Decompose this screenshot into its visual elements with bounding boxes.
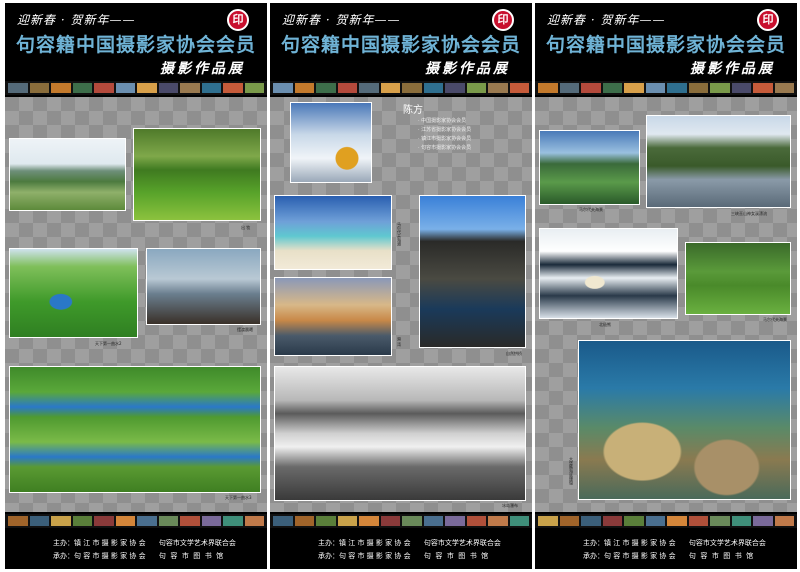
photo-rock-arch [419,195,526,348]
footer: 主办：镇 江 市 摄 影 家 协 会 句容市文学艺术界联合会 承办：句 容 市 … [535,530,797,569]
membership-item: · 镇江市摄影家协会会员 [418,136,472,142]
footer-organizer: 主办：镇 江 市 摄 影 家 协 会 句容市文学艺术界联合会 [53,539,236,547]
greeting-text: 迎新春 · 贺新年—— [17,13,136,27]
caption-p1-1: 出 牧 [241,225,251,230]
photo-coral-reef [578,340,791,500]
photo-tropical-lawn [685,242,791,315]
membership-list: · 中国摄影家协会会员 · 江苏省摄影家协会会员 · 镇江市摄影家协会会员 · … [418,117,471,153]
film-strip-bottom [535,514,797,528]
caption-p2-2: 港 湾 [397,337,402,347]
membership-item: · 句容市摄影家协会会员 [418,145,472,151]
photo-forest-meadow [133,128,261,221]
photo-palm-beach [539,130,640,205]
seal-icon: 印 [757,9,779,31]
footer-undertaker: 承办：句 容 市 摄 影 家 协 会 句 容 市 图 书 馆 [318,552,489,560]
photo-village-mountains [9,138,126,211]
membership-item: · 中国摄影家协会会员 [418,118,467,124]
photo-photographer-portrait [290,102,372,183]
photo-ferry-morning [146,248,261,325]
poster-title: 句容籍中国摄影家协会会员 [545,34,786,56]
photo-sailing-harbor [274,277,392,356]
gallery-area: 出 牧 天下第一曲水2 摆渡晨曦 天下第一曲水3 [5,97,267,512]
photo-beach [274,195,392,270]
photographer-name: 陈方 [403,105,423,116]
footer: 主办：镇 江 市 摄 影 家 协 会 句容市文学艺术界联合会 承办：句 容 市 … [5,530,267,569]
caption-p3-5: 大堡礁海底珊瑚 [569,457,574,485]
caption-p3-2: 三峡巫山神女溪漂流 [731,211,767,216]
film-strip-top [5,81,267,95]
poster-panel-2: 迎新春 · 贺新年—— 印 句容籍中国摄影家协会会员 摄影作品展 陈方 · 中国… [270,3,532,569]
seal-icon: 印 [227,9,249,31]
caption-p2-4: 冰岛瀑布 [502,503,518,508]
caption-p2-3: 自然拱桥 [506,351,522,356]
film-strip-bottom [5,514,267,528]
caption-p2-1: 马尔代夫海滩 [397,222,402,246]
poster-title: 句容籍中国摄影家协会会员 [15,34,256,56]
poster-subtitle: 摄影作品展 [690,61,775,77]
poster-subtitle: 摄影作品展 [425,61,510,77]
poster-title: 句容籍中国摄影家协会会员 [280,34,521,56]
film-strip-top [535,81,797,95]
caption-p1-3: 摆渡晨曦 [237,327,253,332]
seal-icon: 印 [492,9,514,31]
footer-undertaker: 承办：句 容 市 摄 影 家 协 会 句 容 市 图 书 馆 [53,552,224,560]
greeting-text: 迎新春 · 贺新年—— [282,13,401,27]
photo-river-gorge [646,115,791,208]
footer-organizer: 主办：镇 江 市 摄 影 家 协 会 句容市文学艺术界联合会 [318,539,501,547]
caption-p3-4: 马尔代夫海景 [763,317,787,322]
photo-polar-bear [539,228,678,319]
gallery-area: 陈方 · 中国摄影家协会会员 · 江苏省摄影家协会会员 · 镇江市摄影家协会会员… [270,97,532,512]
footer: 主办：镇 江 市 摄 影 家 协 会 句容市文学艺术界联合会 承办：句 容 市 … [270,530,532,569]
caption-p3-3: 北极熊 [599,322,611,327]
caption-p1-2: 天下第一曲水2 [95,341,122,346]
poster-panel-3: 迎新春 · 贺新年—— 印 句容籍中国摄影家协会会员 摄影作品展 马尔代夫海景 … [535,3,797,569]
caption-p3-1: 马尔代夫海景 [579,207,603,212]
film-strip-bottom [270,514,532,528]
footer-undertaker: 承办：句 容 市 摄 影 家 协 会 句 容 市 图 书 馆 [583,552,754,560]
poster-subtitle: 摄影作品展 [160,61,245,77]
photo-winding-river-2 [9,366,261,493]
photo-waterfall [274,366,526,501]
greeting-text: 迎新春 · 贺新年—— [547,13,666,27]
footer-organizer: 主办：镇 江 市 摄 影 家 协 会 句容市文学艺术界联合会 [583,539,766,547]
caption-p1-4: 天下第一曲水3 [225,495,252,500]
gallery-area: 马尔代夫海景 三峡巫山神女溪漂流 北极熊 马尔代夫海景 大堡礁海底珊瑚 [535,97,797,512]
film-strip-top [270,81,532,95]
membership-item: · 江苏省摄影家协会会员 [418,127,472,133]
photo-winding-river-1 [9,248,138,338]
poster-panel-1: 迎新春 · 贺新年—— 印 句容籍中国摄影家协会会员 摄影作品展 出 牧 天下第… [5,3,267,569]
